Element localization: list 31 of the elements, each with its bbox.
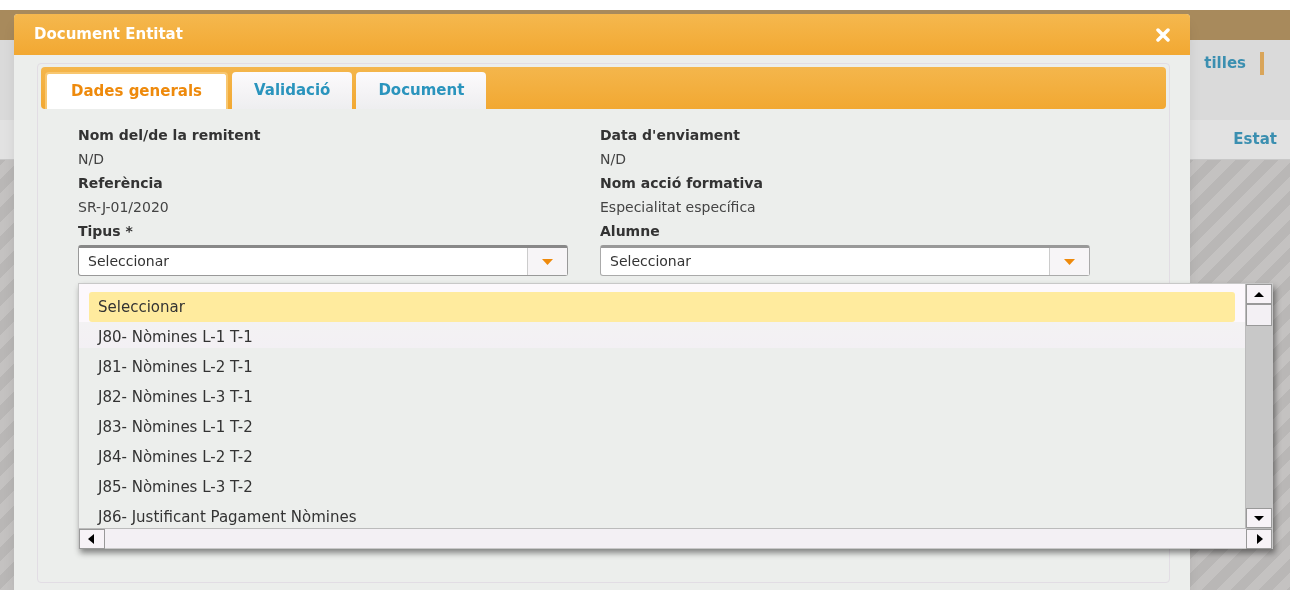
horizontal-scrollbar[interactable]: [79, 528, 1272, 548]
scroll-thumb[interactable]: [1246, 304, 1272, 326]
dialog-title: Document Entitat: [34, 24, 183, 46]
field-label: Tipus *: [78, 222, 134, 241]
select-field[interactable]: Seleccionar: [600, 245, 1090, 276]
field-value: Especialitat específica: [600, 198, 757, 217]
select-field[interactable]: Seleccionar: [78, 245, 568, 276]
field-label: Nom del/de la remitent: [78, 126, 262, 145]
caret-icon: [1064, 258, 1075, 265]
scroll-up-icon[interactable]: [1246, 284, 1272, 304]
caret-icon: [542, 258, 553, 265]
scroll-left-icon[interactable]: [79, 529, 105, 549]
column-header: Estat: [1233, 129, 1277, 151]
scroll-down-icon[interactable]: [1246, 508, 1272, 528]
field-value: N/D: [600, 150, 627, 169]
field-label: Referència: [78, 174, 164, 193]
vertical-scrollbar[interactable]: [1245, 284, 1272, 528]
dropdown-option[interactable]: J83- Nòmines L-1 T-2: [89, 412, 1235, 442]
dropdown-option[interactable]: Seleccionar: [89, 292, 1235, 322]
dropdown-option[interactable]: J81- Nòmines L-2 T-1: [89, 352, 1235, 382]
scroll-right-icon[interactable]: [1246, 529, 1272, 549]
field-label: Alumne: [600, 222, 661, 241]
dropdown-option[interactable]: J86- Justificant Pagament Nòmines: [89, 502, 1235, 532]
field-value: SR-J-01/2020: [78, 198, 170, 217]
dropdown-option[interactable]: J82- Nòmines L-3 T-1: [89, 382, 1235, 412]
dropdown-option[interactable]: J85- Nòmines L-3 T-2: [89, 472, 1235, 502]
field-label: Nom acció formativa: [600, 174, 764, 193]
dropdown-option[interactable]: J80- Nòmines L-1 T-1: [89, 322, 1235, 352]
dropdown-option[interactable]: J84- Nòmines L-2 T-2: [89, 442, 1235, 472]
field-value: N/D: [78, 150, 105, 169]
field-label: Data d'enviament: [600, 126, 741, 145]
